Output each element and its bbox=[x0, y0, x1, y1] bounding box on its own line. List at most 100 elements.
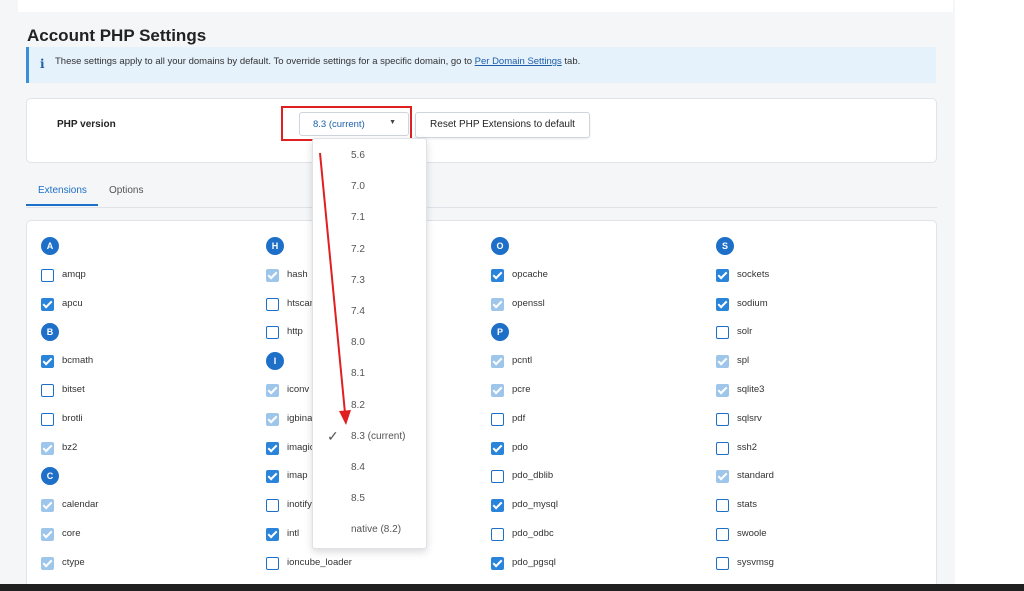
dropdown-option[interactable]: 8.5 bbox=[313, 488, 426, 510]
extension-checkbox[interactable] bbox=[716, 499, 729, 513]
extension-label: hash bbox=[287, 268, 308, 280]
dropdown-option-label: 8.0 bbox=[351, 337, 365, 349]
extension-checkbox bbox=[41, 441, 54, 455]
extension-label: pcre bbox=[512, 384, 531, 395]
extension-checkbox[interactable] bbox=[491, 470, 504, 484]
extension-label: iconv bbox=[287, 384, 310, 395]
dropdown-option[interactable]: 8.4 bbox=[313, 457, 426, 479]
extension-checkbox[interactable] bbox=[41, 384, 54, 397]
extension-checkbox[interactable] bbox=[716, 441, 729, 455]
caret-down-icon: ▼ bbox=[389, 119, 396, 126]
per-domain-settings-link[interactable]: Per Domain Settings bbox=[475, 56, 562, 67]
letter-badge: H bbox=[266, 237, 284, 255]
dropdown-option-label: 7.2 bbox=[351, 243, 365, 255]
tab-bar: Extensions Options bbox=[26, 181, 937, 208]
extension-checkbox[interactable] bbox=[491, 556, 504, 570]
extension-label: pdo bbox=[512, 441, 528, 453]
extension-label: pdo_pgsql bbox=[512, 556, 556, 568]
top-bar bbox=[18, 0, 953, 12]
extension-label: pdo_dblib bbox=[512, 470, 554, 482]
extension-label: amqp bbox=[62, 268, 86, 280]
extension-checkbox[interactable] bbox=[266, 528, 279, 541]
extension-label: sockets bbox=[737, 268, 770, 280]
extension-checkbox[interactable] bbox=[491, 268, 504, 282]
reset-extensions-button[interactable]: Reset PHP Extensions to default bbox=[415, 112, 590, 138]
letter-badge: A bbox=[41, 237, 59, 255]
dropdown-option[interactable]: 8.1 bbox=[313, 363, 426, 385]
dropdown-option[interactable]: 7.2 bbox=[313, 239, 426, 261]
extension-checkbox[interactable] bbox=[266, 441, 279, 455]
extension-checkbox[interactable] bbox=[266, 556, 279, 570]
extension-checkbox bbox=[491, 355, 504, 369]
checkmark-icon: ✓ bbox=[327, 427, 339, 444]
extension-label: sysvmsg bbox=[737, 556, 774, 568]
extension-label: ctype bbox=[62, 556, 85, 568]
dropdown-option[interactable]: ✓ 8.3 (current) bbox=[313, 426, 426, 448]
info-notice: i These settings apply to all your domai… bbox=[26, 47, 936, 83]
extension-checkbox[interactable] bbox=[491, 499, 504, 513]
php-version-dropdown: 5.6 7.0 7.1 7.2 7.3 7.4 8.0 8.1 8.2 ✓ 8.3 (current… bbox=[312, 138, 427, 549]
notice-text-after: tab. bbox=[561, 56, 581, 67]
active-tab-indicator bbox=[26, 204, 98, 206]
extension-checkbox[interactable] bbox=[266, 499, 279, 513]
dropdown-option-label: 8.2 bbox=[351, 399, 365, 411]
dropdown-option[interactable]: 7.1 bbox=[313, 207, 426, 229]
extension-checkbox[interactable] bbox=[491, 412, 504, 426]
extension-label: inotify bbox=[287, 499, 312, 511]
extension-checkbox bbox=[41, 499, 54, 513]
notice-text-before: These settings apply to all your domains… bbox=[55, 56, 475, 67]
tab-options[interactable]: Options bbox=[109, 185, 143, 196]
extension-checkbox bbox=[491, 384, 504, 397]
extension-checkbox bbox=[266, 268, 279, 282]
letter-badge: I bbox=[266, 352, 284, 371]
dropdown-option[interactable]: 7.3 bbox=[313, 270, 426, 292]
dropdown-option-label: 8.4 bbox=[351, 462, 365, 473]
extension-checkbox bbox=[491, 297, 504, 311]
extension-checkbox[interactable] bbox=[716, 412, 729, 426]
extension-checkbox[interactable] bbox=[41, 297, 54, 311]
extension-checkbox bbox=[716, 384, 729, 397]
dropdown-option[interactable]: 8.0 bbox=[313, 332, 426, 354]
extension-checkbox[interactable] bbox=[716, 556, 729, 570]
dropdown-option[interactable]: 8.2 bbox=[313, 395, 426, 417]
dropdown-option-label: 8.3 (current) bbox=[351, 430, 406, 442]
extension-checkbox[interactable] bbox=[41, 412, 54, 426]
notice-text: These settings apply to all your domains… bbox=[55, 56, 580, 67]
extension-label: opcache bbox=[512, 268, 548, 280]
extension-label: apcu bbox=[62, 297, 83, 309]
php-version-label: PHP version bbox=[57, 119, 116, 130]
extension-checkbox[interactable] bbox=[716, 268, 729, 282]
extension-checkbox[interactable] bbox=[716, 297, 729, 311]
dropdown-option-label: 7.1 bbox=[351, 212, 365, 224]
dropdown-option[interactable]: 7.4 bbox=[313, 301, 426, 323]
extension-checkbox[interactable] bbox=[716, 326, 729, 340]
dropdown-option[interactable]: native (8.2) bbox=[313, 519, 426, 541]
extension-checkbox[interactable] bbox=[41, 355, 54, 369]
extension-label: pdf bbox=[512, 412, 526, 424]
dropdown-option-label: 5.6 bbox=[351, 150, 365, 161]
extension-label: sqlite3 bbox=[737, 384, 765, 395]
letter-badge: C bbox=[41, 467, 59, 486]
extension-label: solr bbox=[737, 326, 753, 338]
extension-label: standard bbox=[737, 470, 774, 482]
extension-checkbox[interactable] bbox=[266, 297, 279, 311]
right-blank-area bbox=[955, 0, 1024, 591]
extension-checkbox[interactable] bbox=[491, 528, 504, 541]
extension-checkbox[interactable] bbox=[266, 470, 279, 484]
extension-checkbox bbox=[266, 412, 279, 426]
extension-checkbox[interactable] bbox=[266, 326, 279, 340]
dropdown-option[interactable]: 7.0 bbox=[313, 176, 426, 198]
extension-checkbox bbox=[41, 556, 54, 570]
extension-label: calendar bbox=[62, 499, 99, 511]
extension-label: pdo_mysql bbox=[512, 499, 558, 511]
extension-checkbox[interactable] bbox=[41, 268, 54, 282]
dropdown-option[interactable]: 5.6 bbox=[313, 145, 426, 167]
dropdown-option-label: 8.5 bbox=[351, 493, 365, 505]
php-version-select[interactable]: 8.3 (current) ▼ bbox=[299, 112, 409, 136]
tab-extensions[interactable]: Extensions bbox=[38, 185, 87, 196]
extension-checkbox[interactable] bbox=[716, 528, 729, 541]
extension-label: stats bbox=[737, 499, 758, 511]
extension-checkbox bbox=[716, 470, 729, 484]
extension-label: spl bbox=[737, 355, 750, 367]
extension-checkbox[interactable] bbox=[491, 441, 504, 455]
